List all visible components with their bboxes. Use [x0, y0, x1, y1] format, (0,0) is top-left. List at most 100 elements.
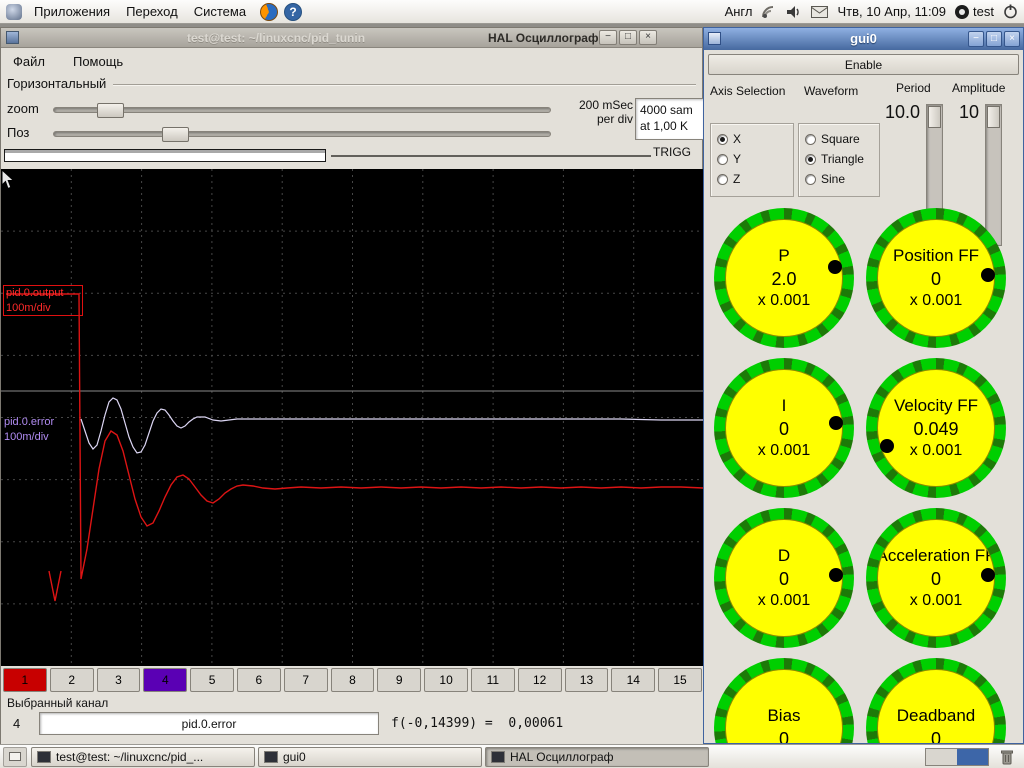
- keyboard-layout-indicator[interactable]: Англ: [725, 4, 753, 19]
- knob-scale: x 0.001: [757, 592, 811, 609]
- zoom-slider[interactable]: [53, 103, 551, 118]
- knob-value: 0: [778, 729, 789, 744]
- taskbar-button-1[interactable]: test@test: ~/linuxcnc/pid_...: [31, 746, 255, 767]
- channel-button-9[interactable]: 9: [377, 668, 422, 692]
- sample-rate-box: 4000 sam at 1,00 K: [635, 98, 704, 140]
- taskbar-button-3[interactable]: HAL Осциллограф: [485, 746, 709, 767]
- minimize-icon[interactable]: −: [599, 30, 617, 45]
- channel-button-11[interactable]: 11: [470, 668, 515, 692]
- axis-option-x[interactable]: X: [717, 129, 787, 149]
- channel-button-12[interactable]: 12: [517, 668, 562, 692]
- trace-name: pid.0.output: [6, 287, 64, 299]
- knob-position-ff[interactable]: Position FF 0 x 0.001: [866, 208, 1006, 348]
- channel-button-6[interactable]: 6: [236, 668, 281, 692]
- workspace-2[interactable]: [957, 748, 988, 765]
- axis-option-z[interactable]: Z: [717, 169, 787, 189]
- knob-pointer-dot: [827, 260, 842, 275]
- network-icon[interactable]: [761, 5, 777, 19]
- knob-deadband[interactable]: Deadband 0: [866, 658, 1006, 744]
- menu-system[interactable]: Система: [186, 3, 254, 20]
- taskbar-button-2[interactable]: gui0: [258, 746, 482, 767]
- menu-help[interactable]: Помощь: [69, 52, 127, 71]
- knob-d[interactable]: D 0 x 0.001: [714, 508, 854, 648]
- knob-label: Position FF: [893, 246, 979, 265]
- power-icon[interactable]: [1003, 4, 1018, 19]
- waveform-option-square[interactable]: Square: [805, 129, 873, 149]
- knob-label: Velocity FF: [893, 396, 979, 415]
- trigger-position-line[interactable]: [331, 155, 651, 157]
- channel-button-7[interactable]: 7: [283, 668, 328, 692]
- trace-label-error: pid.0.error 100m/div: [4, 415, 54, 445]
- channel-button-4[interactable]: 4: [143, 668, 188, 692]
- knob-scale: x 0.001: [909, 592, 963, 609]
- knob-acceleration-ff[interactable]: Acceleration FF 0 x 0.001: [866, 508, 1006, 648]
- channel-name-input[interactable]: pid.0.error: [39, 712, 379, 735]
- maximize-icon[interactable]: □: [986, 31, 1002, 47]
- menu-applications[interactable]: Приложения: [26, 3, 118, 20]
- trace-label-output: pid.0.output 100m/div: [3, 285, 83, 316]
- zoom-label: zoom: [7, 101, 39, 116]
- workspace-1[interactable]: [926, 748, 957, 765]
- maximize-icon[interactable]: □: [619, 30, 637, 45]
- volume-icon[interactable]: [786, 5, 802, 19]
- axis-option-y[interactable]: Y: [717, 149, 787, 169]
- sample-count: 4000 sam: [640, 103, 693, 117]
- scope-display[interactable]: pid.0.output 100m/div pid.0.error 100m/d…: [1, 169, 704, 666]
- period-label: Period: [896, 81, 931, 95]
- menu-file[interactable]: Файл: [9, 52, 49, 71]
- channel-button-8[interactable]: 8: [330, 668, 375, 692]
- channel-button-1[interactable]: 1: [3, 668, 47, 692]
- radio-button-icon: [717, 173, 728, 185]
- knob-velocity-ff[interactable]: Velocity FF 0.049 x 0.001: [866, 358, 1006, 498]
- trash-icon[interactable]: [997, 747, 1017, 767]
- taskbar-button-label: test@test: ~/linuxcnc/pid_...: [56, 749, 204, 764]
- channel-button-15[interactable]: 15: [658, 668, 702, 692]
- knob-label: Acceleration FF: [877, 546, 995, 565]
- channel-button-10[interactable]: 10: [424, 668, 468, 692]
- period-slider-thumb[interactable]: [928, 106, 941, 128]
- cursor-readout: f(-0,14399) = 0,00061: [391, 716, 564, 731]
- knob-p[interactable]: P 2.0 x 0.001: [714, 208, 854, 348]
- show-desktop-button[interactable]: [3, 746, 27, 767]
- horizontal-frame-label: Горизонтальный: [7, 76, 107, 91]
- knob-face: Deadband 0: [877, 669, 995, 744]
- channel-button-14[interactable]: 14: [611, 668, 656, 692]
- zoom-slider-handle[interactable]: [97, 103, 124, 118]
- taskbar-windows: test@test: ~/linuxcnc/pid_... gui0 HAL Осц…: [31, 746, 709, 767]
- channel-button-2[interactable]: 2: [49, 668, 94, 692]
- waveform-option-triangle[interactable]: Triangle: [805, 149, 873, 169]
- mouse-cursor: [1, 169, 15, 190]
- knob-pointer-dot: [828, 415, 843, 430]
- waveform-option-sine[interactable]: Sine: [805, 169, 873, 189]
- position-slider-handle[interactable]: [162, 127, 189, 142]
- channel-button-13[interactable]: 13: [564, 668, 609, 692]
- minimize-icon[interactable]: −: [968, 31, 984, 47]
- knob-i[interactable]: I 0 x 0.001: [714, 358, 854, 498]
- position-label: Поз: [7, 125, 30, 140]
- menu-places[interactable]: Переход: [118, 3, 186, 20]
- knob-value: 0: [778, 419, 789, 439]
- gui0-titlebar[interactable]: gui0 − □ ×: [704, 28, 1023, 50]
- channel-button-3[interactable]: 3: [96, 668, 141, 692]
- trace-scale: 100m/div: [4, 431, 49, 443]
- show-desktop-icon: [9, 752, 21, 761]
- workspace-switcher[interactable]: [925, 747, 989, 766]
- applications-menu-icon[interactable]: [6, 3, 22, 20]
- scope-titlebar[interactable]: test@test: ~/linuxcnc/pid_tunin HAL Осци…: [1, 28, 702, 48]
- channel-button-5[interactable]: 5: [190, 668, 234, 692]
- enable-button[interactable]: Enable: [708, 54, 1019, 75]
- close-icon[interactable]: ×: [1004, 31, 1020, 47]
- help-icon[interactable]: ?: [284, 2, 303, 21]
- knob-value: 0: [930, 729, 941, 744]
- knob-pointer-dot: [880, 438, 895, 453]
- record-progress-bar: [4, 149, 326, 162]
- trace-pid-0-output-artifact: [48, 570, 62, 602]
- clock[interactable]: Чтв, 10 Апр, 11:09: [837, 4, 946, 19]
- close-icon[interactable]: ×: [639, 30, 657, 45]
- knob-bias[interactable]: Bias 0: [714, 658, 854, 744]
- firefox-icon[interactable]: [260, 2, 279, 21]
- position-slider[interactable]: [53, 127, 551, 142]
- user-menu[interactable]: test: [955, 4, 994, 19]
- mail-icon[interactable]: [811, 5, 829, 18]
- amplitude-slider-thumb[interactable]: [987, 106, 1000, 128]
